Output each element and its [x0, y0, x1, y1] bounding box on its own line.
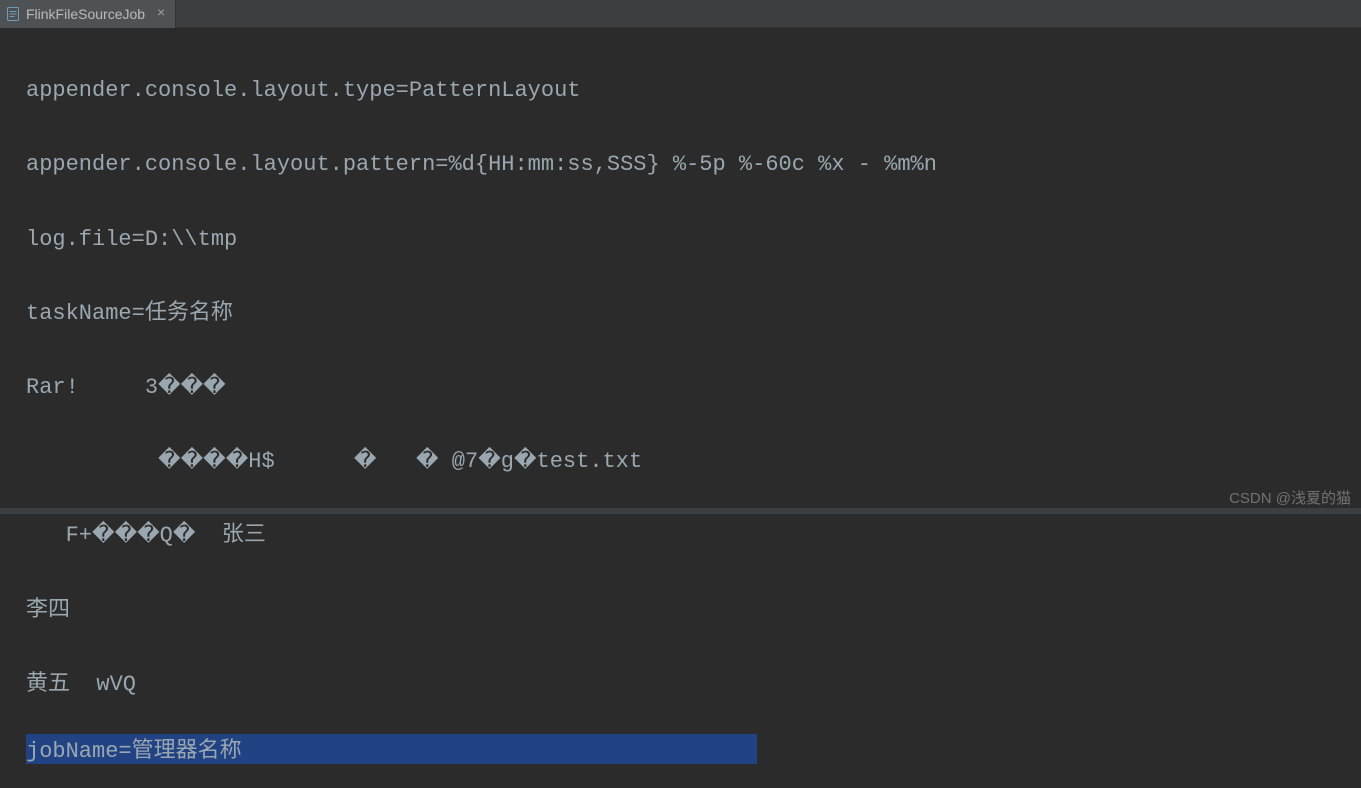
tab-flinkfilesourcejob[interactable]: FlinkFileSourceJob ×	[0, 0, 176, 28]
code-line: taskName=任务名称	[26, 289, 1361, 339]
tab-label: FlinkFileSourceJob	[26, 6, 145, 22]
code-line: 黄五 wVQ	[26, 660, 1361, 710]
partial-line-wrap: jobName=管理器名称	[26, 734, 1361, 764]
code-line: F+���Q� 张三	[26, 511, 1361, 561]
code-line: appender.console.layout.type=PatternLayo…	[26, 66, 1361, 116]
status-bar	[0, 508, 1361, 514]
code-line: appender.console.layout.pattern=%d{HH:mm…	[26, 140, 1361, 190]
code-line: log.file=D:\\tmp	[26, 215, 1361, 265]
code-line: ����H$ � � @7�g�test.txt	[26, 437, 1361, 487]
text-selection: jobName=管理器名称	[26, 734, 757, 764]
file-icon	[6, 7, 20, 21]
editor-content[interactable]: appender.console.layout.type=PatternLayo…	[0, 28, 1361, 788]
close-icon[interactable]: ×	[155, 8, 167, 20]
code-line: Rar! 3���	[26, 363, 1361, 413]
tab-bar: FlinkFileSourceJob ×	[0, 0, 1361, 28]
watermark: CSDN @浅夏的猫	[1229, 487, 1351, 508]
code-line-selected: jobName=管理器名称	[26, 734, 1361, 764]
code-line: 李四	[26, 586, 1361, 636]
